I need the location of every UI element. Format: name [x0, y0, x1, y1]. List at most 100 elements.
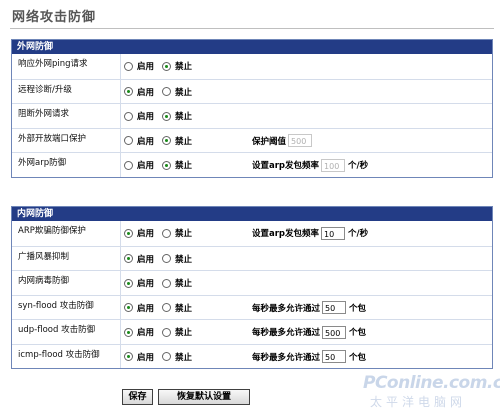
- disable-label: 禁止: [175, 303, 193, 314]
- threshold-input: 500: [288, 134, 313, 147]
- page-title: 网络攻击防御: [12, 10, 97, 25]
- disable-label: 禁止: [175, 229, 193, 239]
- disable-label: 禁止: [175, 279, 193, 289]
- disable-radio[interactable]: [162, 160, 172, 170]
- title-divider: [10, 28, 494, 29]
- enable-label: 启用: [137, 136, 155, 147]
- disable-label: 禁止: [175, 161, 193, 171]
- enable-radio[interactable]: [124, 278, 133, 288]
- disable-radio[interactable]: [162, 254, 172, 263]
- external-defense-row: 阻断外网请求 启用 禁止: [12, 103, 492, 128]
- threshold-setting: 保护阈值 500: [252, 133, 315, 149]
- threshold-input[interactable]: 500: [322, 325, 347, 339]
- external-defense-row: 外部开放端口保护 启用 禁止 保护阈值 500: [12, 127, 492, 152]
- disable-radio[interactable]: [162, 111, 172, 121]
- threshold-unit: 个/秒: [348, 229, 369, 239]
- enable-radio[interactable]: [124, 87, 133, 96]
- threshold-setting: 每秒最多允许通过 50 个包: [252, 300, 366, 316]
- enable-disable-group: 启用 禁止: [124, 301, 200, 315]
- disable-radio[interactable]: [162, 352, 172, 361]
- disable-label: 禁止: [175, 112, 193, 122]
- enable-label: 启用: [137, 303, 155, 314]
- setting-label: syn-flood 攻击防御: [18, 295, 121, 319]
- internal-defense-row: syn-flood 攻击防御 启用 禁止 每秒最多允许通过 50 个包: [12, 294, 492, 319]
- internal-defense-header: 内网防御: [12, 207, 492, 221]
- enable-label: 启用: [137, 87, 155, 98]
- enable-label: 启用: [137, 279, 155, 289]
- threshold-label: 每秒最多允许通过: [252, 328, 321, 338]
- external-defense-header: 外网防御: [12, 40, 492, 54]
- setting-label: 外部开放端口保护: [18, 128, 121, 152]
- enable-disable-group: 启用 禁止: [124, 350, 200, 364]
- restore-defaults-button[interactable]: 恢复默认设置: [158, 389, 250, 405]
- disable-radio[interactable]: [162, 136, 172, 145]
- enable-label: 启用: [137, 161, 155, 171]
- threshold-label: 设置arp发包频率: [252, 161, 320, 171]
- enable-radio[interactable]: [124, 160, 133, 170]
- threshold-unit: 个包: [349, 352, 367, 363]
- enable-radio[interactable]: [124, 303, 133, 312]
- enable-disable-group: 启用 禁止: [124, 158, 200, 172]
- setting-label: udp-flood 攻击防御: [18, 320, 121, 344]
- enable-radio[interactable]: [124, 228, 133, 238]
- enable-radio[interactable]: [124, 111, 133, 121]
- setting-label: ARP欺骗防御保护: [18, 221, 121, 246]
- enable-label: 启用: [137, 254, 155, 265]
- setting-label: 外网arp防御: [18, 153, 121, 177]
- external-defense-row: 外网arp防御 启用 禁止 设置arp发包频率 100 个/秒: [12, 152, 492, 177]
- threshold-setting: 每秒最多允许通过 500 个包: [252, 324, 366, 340]
- enable-label: 启用: [137, 229, 155, 239]
- disable-label: 禁止: [175, 254, 193, 265]
- enable-disable-group: 启用 禁止: [124, 325, 200, 339]
- disable-radio[interactable]: [162, 303, 172, 312]
- threshold-setting: 每秒最多允许通过 50 个包: [252, 349, 366, 365]
- internal-defense-row: 内网病毒防御 启用 禁止: [12, 270, 492, 295]
- setting-label: 响应外网ping请求: [18, 54, 121, 79]
- threshold-unit: 个/秒: [348, 161, 369, 171]
- watermark-subtitle: 太平洋电脑网: [370, 395, 467, 409]
- threshold-setting: 设置arp发包频率 100 个/秒: [252, 157, 368, 173]
- threshold-input[interactable]: 50: [322, 301, 347, 314]
- internal-defense-row: 广播风暴抑制 启用 禁止: [12, 245, 492, 270]
- setting-label: 广播风暴抑制: [18, 246, 121, 270]
- internal-defense-panel: 内网防御 ARP欺骗防御保护 启用 禁止 设置arp发包频率 10 个/秒 广播风暴抑制 启用…: [11, 206, 493, 369]
- external-defense-row: 远程诊断/升级 启用 禁止: [12, 78, 492, 103]
- enable-disable-group: 启用 禁止: [124, 85, 200, 99]
- enable-radio[interactable]: [124, 254, 133, 263]
- enable-label: 启用: [137, 62, 155, 72]
- save-button[interactable]: 保存: [122, 389, 153, 405]
- external-defense-panel: 外网防御 响应外网ping请求 启用 禁止 远程诊断/升级 启用 禁止 阻断外网请求 启用 禁止…: [11, 39, 493, 178]
- disable-radio[interactable]: [162, 228, 172, 238]
- disable-label: 禁止: [175, 352, 193, 363]
- disable-label: 禁止: [175, 62, 193, 72]
- threshold-input[interactable]: 50: [322, 350, 347, 363]
- watermark-logo: PConline.com.cn: [363, 373, 500, 393]
- disable-label: 禁止: [175, 136, 193, 147]
- enable-disable-group: 启用 禁止: [124, 109, 200, 123]
- internal-defense-rows: ARP欺骗防御保护 启用 禁止 设置arp发包频率 10 个/秒 广播风暴抑制 启用 禁止 内网病…: [12, 221, 492, 368]
- enable-radio[interactable]: [124, 352, 133, 361]
- disable-radio[interactable]: [162, 278, 172, 288]
- threshold-label: 设置arp发包频率: [252, 229, 320, 239]
- threshold-label: 每秒最多允许通过: [252, 303, 321, 314]
- disable-radio[interactable]: [162, 87, 172, 96]
- threshold-setting: 设置arp发包频率 10 个/秒: [252, 225, 368, 241]
- enable-radio[interactable]: [124, 327, 133, 337]
- threshold-unit: 个包: [349, 328, 367, 338]
- disable-label: 禁止: [175, 87, 193, 98]
- enable-radio[interactable]: [124, 136, 133, 145]
- internal-defense-row: icmp-flood 攻击防御 启用 禁止 每秒最多允许通过 50 个包: [12, 343, 492, 368]
- enable-disable-group: 启用 禁止: [124, 226, 200, 240]
- internal-defense-row: udp-flood 攻击防御 启用 禁止 每秒最多允许通过 500 个包: [12, 319, 492, 344]
- enable-radio[interactable]: [124, 61, 133, 71]
- external-defense-row: 响应外网ping请求 启用 禁止: [12, 54, 492, 79]
- enable-disable-group: 启用 禁止: [124, 59, 200, 73]
- disable-radio[interactable]: [162, 61, 172, 71]
- setting-label: icmp-flood 攻击防御: [18, 344, 121, 368]
- setting-label: 远程诊断/升级: [18, 79, 121, 103]
- disable-radio[interactable]: [162, 327, 172, 337]
- disable-label: 禁止: [175, 328, 193, 338]
- threshold-label: 每秒最多允许通过: [252, 352, 321, 363]
- enable-label: 启用: [137, 112, 155, 122]
- threshold-input[interactable]: 10: [321, 226, 346, 240]
